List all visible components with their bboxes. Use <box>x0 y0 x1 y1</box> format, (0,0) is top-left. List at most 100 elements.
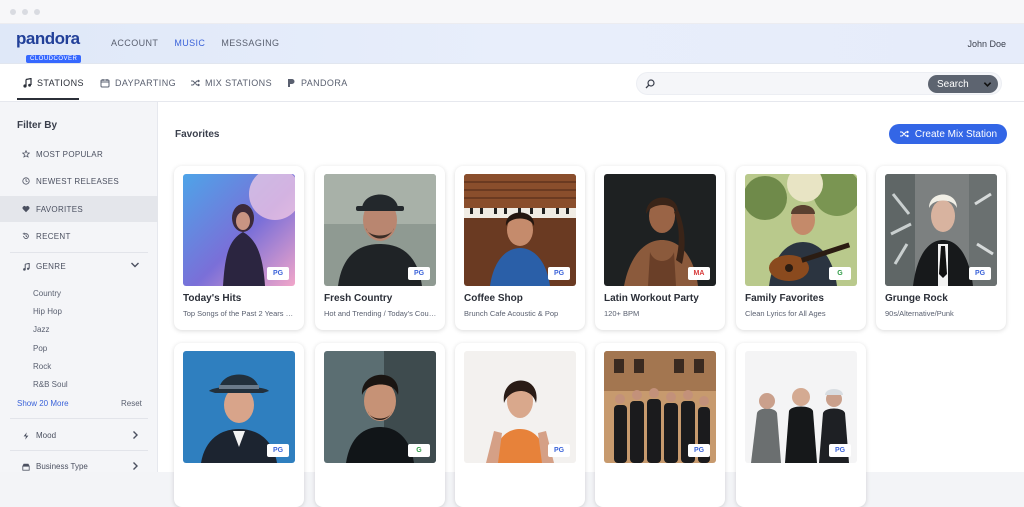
genre-option-jazz[interactable]: Jazz <box>33 325 49 334</box>
station-card[interactable]: PG Fresh Country Hot and Trending / Toda… <box>315 166 445 330</box>
genre-label: GENRE <box>36 262 66 271</box>
tab-label: MIX STATIONS <box>205 78 272 88</box>
rating-badge: PG <box>829 444 851 457</box>
station-card[interactable]: PG <box>174 343 304 507</box>
genre-option-rock[interactable]: Rock <box>33 362 51 371</box>
station-card[interactable]: MA Latin Workout Party 120+ BPM <box>595 166 725 330</box>
filter-recent[interactable]: RECENT <box>0 223 158 249</box>
rating-badge: PG <box>969 267 991 280</box>
station-card[interactable]: G <box>315 343 445 507</box>
genre-option-hip-hop[interactable]: Hip Hop <box>33 307 62 316</box>
search-bar: Search <box>636 72 1002 95</box>
rating-badge: PG <box>267 267 289 280</box>
filter-label: MOST POPULAR <box>36 150 103 159</box>
genre-toggle[interactable]: GENRE <box>22 262 140 271</box>
heart-icon <box>22 205 30 213</box>
nav-account[interactable]: ACCOUNT <box>111 38 158 48</box>
bolt-icon <box>22 432 30 440</box>
reset-link[interactable]: Reset <box>121 399 142 408</box>
station-artwork: MA <box>604 174 716 286</box>
rating-badge: PG <box>548 444 570 457</box>
station-card[interactable]: PG Grunge Rock 90s/Alternative/Punk <box>876 166 1006 330</box>
logo-product: CLOUDCOVER <box>26 55 81 63</box>
rating-badge: PG <box>267 444 289 457</box>
nav-music[interactable]: MUSIC <box>174 38 205 48</box>
music-note-icon <box>22 263 30 271</box>
station-title: Fresh Country <box>324 293 392 304</box>
app-window: pandora CLOUDCOVER ACCOUNT MUSIC MESSAGI… <box>0 0 1024 472</box>
shuffle-icon <box>899 129 909 139</box>
window-dot[interactable] <box>34 9 40 15</box>
station-artwork: PG <box>464 351 576 463</box>
clock-icon <box>22 177 30 185</box>
window-chrome <box>0 0 1024 24</box>
search-input[interactable] <box>661 76 921 92</box>
tab-mix-stations[interactable]: MIX STATIONS <box>190 78 272 88</box>
logo-word: pandora <box>16 30 88 47</box>
top-nav: ACCOUNT MUSIC MESSAGING <box>111 38 279 48</box>
tab-bar: STATIONS DAYPARTING MIX STATIONS PANDORA… <box>0 64 1024 102</box>
star-icon <box>22 150 30 158</box>
filter-sidebar: Filter By MOST POPULAR NEWEST RELEASES F… <box>0 102 158 472</box>
genre-option-rnb-soul[interactable]: R&B Soul <box>33 380 68 389</box>
top-header: pandora CLOUDCOVER ACCOUNT MUSIC MESSAGI… <box>0 24 1024 64</box>
station-title: Today's Hits <box>183 293 241 304</box>
user-name[interactable]: John Doe <box>967 39 1006 49</box>
show-more-link[interactable]: Show 20 More <box>17 399 69 408</box>
create-mix-station-button[interactable]: Create Mix Station <box>889 124 1007 144</box>
shuffle-icon <box>190 78 200 88</box>
sidebar-divider <box>10 450 148 451</box>
station-artwork: PG <box>183 174 295 286</box>
rating-badge: G <box>829 267 851 280</box>
filter-label: FAVORITES <box>36 205 83 214</box>
station-card[interactable]: PG Coffee Shop Brunch Cafe Acoustic & Po… <box>455 166 585 330</box>
sidebar-divider <box>10 418 148 419</box>
station-artwork: PG <box>745 351 857 463</box>
station-card[interactable]: PG <box>595 343 725 507</box>
calendar-icon <box>100 78 110 88</box>
search-icon <box>644 78 656 90</box>
station-subtitle: Brunch Cafe Acoustic & Pop <box>464 309 578 318</box>
rating-badge: MA <box>688 267 710 280</box>
window-dot[interactable] <box>22 9 28 15</box>
filter-label: NEWEST RELEASES <box>36 177 119 186</box>
history-icon <box>22 232 30 240</box>
tab-pandora[interactable]: PANDORA <box>286 78 348 88</box>
station-title: Grunge Rock <box>885 293 948 304</box>
business-type-label: Business Type <box>36 462 88 471</box>
station-card[interactable]: PG <box>736 343 866 507</box>
station-subtitle: 90s/Alternative/Punk <box>885 309 999 318</box>
rating-badge: PG <box>548 267 570 280</box>
business-type-toggle[interactable]: Business Type <box>22 462 140 471</box>
chevron-right-icon <box>130 430 140 440</box>
station-artwork: G <box>745 174 857 286</box>
station-card[interactable]: G Family Favorites Clean Lyrics for All … <box>736 166 866 330</box>
station-card[interactable]: PG Today's Hits Top Songs of the Past 2 … <box>174 166 304 330</box>
genre-option-pop[interactable]: Pop <box>33 344 47 353</box>
window-dot[interactable] <box>10 9 16 15</box>
nav-messaging[interactable]: MESSAGING <box>221 38 279 48</box>
chevron-down-icon <box>130 260 140 270</box>
tab-dayparting[interactable]: DAYPARTING <box>100 78 176 88</box>
active-tab-indicator <box>17 98 79 100</box>
filter-favorites[interactable]: FAVORITES <box>0 196 158 222</box>
station-artwork: PG <box>464 174 576 286</box>
station-subtitle: 120+ BPM <box>604 309 718 318</box>
filter-title: Filter By <box>17 120 57 131</box>
store-icon <box>22 463 30 471</box>
station-subtitle: Hot and Trending / Today's Country <box>324 309 438 318</box>
create-mix-label: Create Mix Station <box>915 129 997 140</box>
filter-most-popular[interactable]: MOST POPULAR <box>0 141 158 167</box>
tab-label: DAYPARTING <box>115 78 176 88</box>
rating-badge: PG <box>688 444 710 457</box>
mood-toggle[interactable]: Mood <box>22 431 140 440</box>
pandora-p-icon <box>286 78 296 88</box>
genre-option-country[interactable]: Country <box>33 289 61 298</box>
tab-stations[interactable]: STATIONS <box>22 78 84 88</box>
main-content: Favorites Create Mix Station PG Today's … <box>159 102 1024 472</box>
pandora-logo[interactable]: pandora CLOUDCOVER <box>16 30 88 65</box>
station-artwork: PG <box>183 351 295 463</box>
search-button[interactable]: Search <box>928 75 998 93</box>
station-card[interactable]: PG <box>455 343 585 507</box>
filter-newest-releases[interactable]: NEWEST RELEASES <box>0 168 158 194</box>
